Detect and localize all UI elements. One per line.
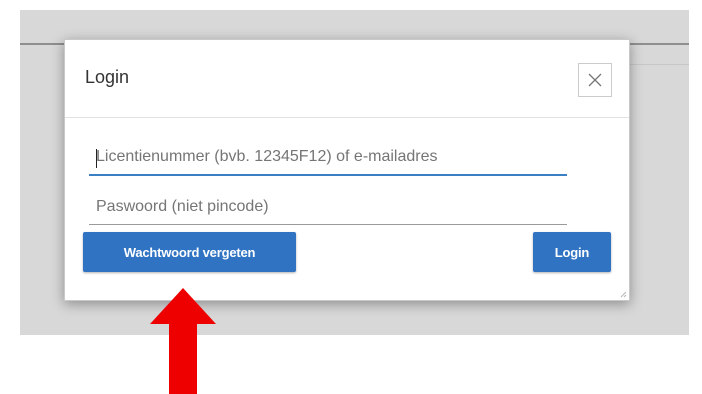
forgot-password-button[interactable]: Wachtwoord vergeten <box>83 232 296 272</box>
login-dialog: Login Wachtwoord vergeten Login <box>64 39 630 301</box>
password-field <box>89 189 567 225</box>
screen: Login Wachtwoord vergeten Login <box>0 0 702 394</box>
resize-grip-icon[interactable] <box>619 290 627 298</box>
login-button[interactable]: Login <box>533 232 611 272</box>
close-icon <box>588 73 602 87</box>
background-divider-right <box>628 64 689 65</box>
password-input[interactable] <box>89 189 567 224</box>
close-button[interactable] <box>578 63 612 97</box>
arrow-up-icon <box>150 288 216 394</box>
license-field <box>89 140 567 176</box>
dialog-header: Login <box>65 40 629 118</box>
text-caret <box>96 149 97 168</box>
dialog-title: Login <box>85 67 130 87</box>
license-input[interactable] <box>89 140 567 174</box>
